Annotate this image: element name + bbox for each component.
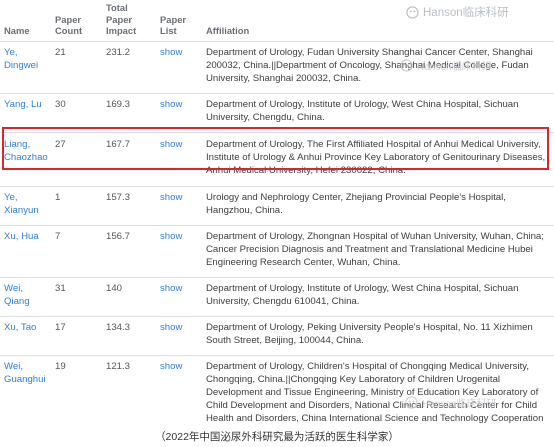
table-row: Xu, Hua 7 156.7 show Department of Urolo… bbox=[0, 224, 554, 277]
table-row: Yang, Lu 30 169.3 show Department of Uro… bbox=[0, 92, 554, 132]
show-paper-list-link[interactable]: show bbox=[160, 361, 182, 372]
author-name-link[interactable]: Wei, Guanghui bbox=[4, 361, 46, 385]
paper-impact-cell: 140 bbox=[102, 276, 156, 316]
paper-count-cell: 7 bbox=[51, 224, 102, 277]
paper-impact-cell: 156.7 bbox=[102, 224, 156, 277]
ranking-table-panel: Name Paper Count Total Paper Impact Pape… bbox=[0, 0, 554, 423]
paper-count-cell: 17 bbox=[51, 315, 102, 355]
column-header-name[interactable]: Name bbox=[0, 0, 51, 41]
watermark-text: Hanson临床科研 bbox=[417, 62, 492, 73]
watermark-text: Hanson临床科研 bbox=[422, 399, 497, 410]
watermark-top: Hanson临床科研 bbox=[406, 4, 509, 20]
paper-count-cell: 21 bbox=[51, 40, 102, 93]
affiliation-cell: Department of Urology, The First Affilia… bbox=[202, 131, 554, 186]
affiliation-cell: Department of Urology, Children's Hospit… bbox=[202, 354, 554, 423]
table-row: Xu, Tao 17 134.3 show Department of Urol… bbox=[0, 315, 554, 355]
paper-count-cell: 1 bbox=[51, 185, 102, 225]
show-paper-list-link[interactable]: show bbox=[160, 47, 182, 58]
watermark-bottom: Hanson临床科研 bbox=[405, 395, 496, 410]
show-paper-list-link[interactable]: show bbox=[160, 99, 182, 110]
table-row: Wei, Guanghui 19 121.3 show Department o… bbox=[0, 354, 554, 423]
table-row: Ye, Xianyun 1 157.3 show Urology and Nep… bbox=[0, 185, 554, 225]
show-paper-list-link[interactable]: show bbox=[160, 231, 182, 242]
author-name-link[interactable]: Yang, Lu bbox=[4, 99, 42, 110]
paper-impact-cell: 134.3 bbox=[102, 315, 156, 355]
author-name-link[interactable]: Liang, Chaozhao bbox=[4, 139, 48, 163]
show-paper-list-link[interactable]: show bbox=[160, 139, 182, 150]
affiliation-cell: Department of Urology, Zhongnan Hospital… bbox=[202, 224, 554, 277]
paper-count-cell: 31 bbox=[51, 276, 102, 316]
author-name-link[interactable]: Ye, Dingwei bbox=[4, 47, 38, 71]
paper-count-cell: 30 bbox=[51, 92, 102, 132]
paper-count-cell: 19 bbox=[51, 354, 102, 423]
watermark-middle: Hanson临床科研 bbox=[400, 58, 491, 73]
author-name-link[interactable]: Xu, Tao bbox=[4, 322, 36, 333]
paper-impact-cell: 231.2 bbox=[102, 40, 156, 93]
show-paper-list-link[interactable]: show bbox=[160, 192, 182, 203]
paper-impact-cell: 157.3 bbox=[102, 185, 156, 225]
affiliation-cell: Department of Urology, Institute of Urol… bbox=[202, 92, 554, 132]
affiliation-cell: Department of Urology, Institute of Urol… bbox=[202, 276, 554, 316]
paper-impact-cell: 121.3 bbox=[102, 354, 156, 423]
author-name-link[interactable]: Wei, Qiang bbox=[4, 283, 30, 307]
show-paper-list-link[interactable]: show bbox=[160, 283, 182, 294]
affiliation-cell: Urology and Nephrology Center, Zhejiang … bbox=[202, 185, 554, 225]
affiliation-cell: Department of Urology, Peking University… bbox=[202, 315, 554, 355]
paper-count-cell: 27 bbox=[51, 131, 102, 186]
author-name-link[interactable]: Xu, Hua bbox=[4, 231, 39, 242]
show-paper-list-link[interactable]: show bbox=[160, 322, 182, 333]
column-header-total-paper-impact[interactable]: Total Paper Impact bbox=[102, 0, 156, 41]
author-name-link[interactable]: Ye, Xianyun bbox=[4, 192, 39, 216]
watermark-text: Hanson临床科研 bbox=[423, 7, 509, 19]
wechat-logo-icon bbox=[406, 5, 419, 19]
wechat-logo-icon bbox=[400, 59, 413, 72]
affiliation-cell: Department of Urology, Fudan University … bbox=[202, 40, 554, 93]
table-row-highlighted: Liang, Chaozhao 27 167.7 show Department… bbox=[0, 131, 554, 186]
table-row: Wei, Qiang 31 140 show Department of Uro… bbox=[0, 276, 554, 316]
figure-caption: （2022年中国泌尿外科研究最为活跃的医生科学家） bbox=[155, 431, 399, 443]
paper-impact-cell: 167.7 bbox=[102, 131, 156, 186]
column-header-paper-count[interactable]: Paper Count bbox=[51, 0, 102, 41]
paper-impact-cell: 169.3 bbox=[102, 92, 156, 132]
column-header-paper-list[interactable]: Paper List bbox=[156, 0, 202, 41]
wechat-logo-icon bbox=[405, 396, 418, 409]
